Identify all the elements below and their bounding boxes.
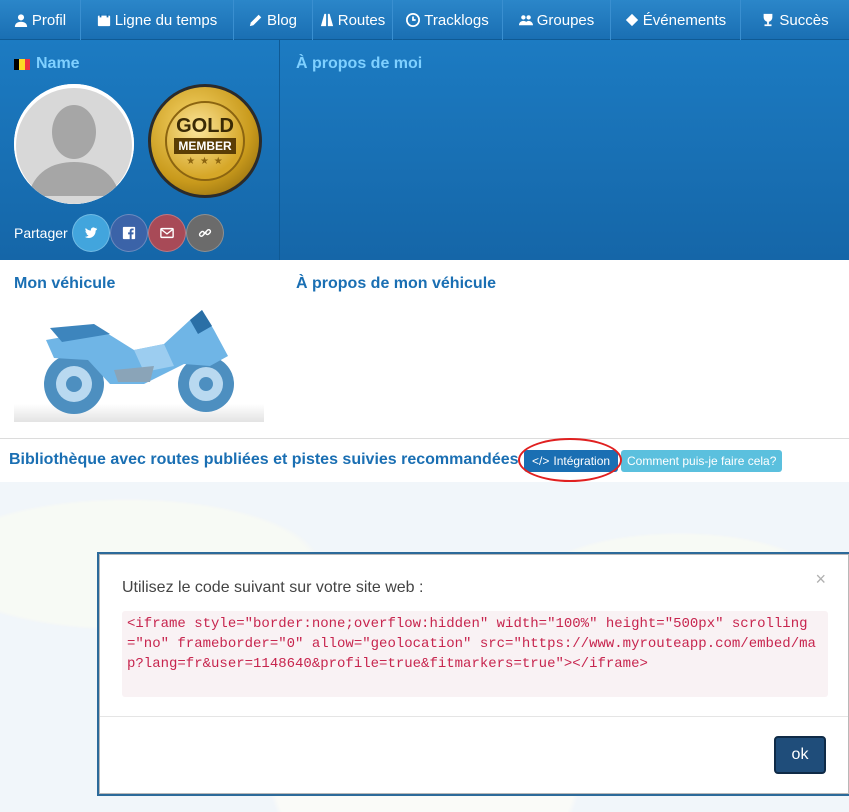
clock-icon xyxy=(406,13,421,27)
how-to-button[interactable]: Comment puis-je faire cela? xyxy=(621,450,783,472)
share-email-button[interactable] xyxy=(147,214,186,252)
nav-label: Profil xyxy=(31,11,67,29)
nav-item-profil[interactable]: Profil xyxy=(0,0,81,40)
nav-item-succes[interactable]: Succès xyxy=(741,0,849,40)
twitter-icon xyxy=(84,227,97,238)
pencil-icon xyxy=(249,14,262,27)
share-twitter-button[interactable] xyxy=(71,214,110,252)
vehicle-about-heading: À propos de mon véhicule xyxy=(296,275,497,292)
share-facebook-button[interactable] xyxy=(109,214,148,252)
nav-label: Ligne du temps xyxy=(114,11,218,29)
library-heading: Bibliothèque avec routes publiées et pis… xyxy=(9,451,519,468)
nav-item-evenements[interactable]: Événements xyxy=(611,0,741,40)
top-nav: Profil Ligne du temps Blog Routes Trackl… xyxy=(0,0,849,40)
modal-footer-divider xyxy=(100,716,848,717)
nav-item-groupes[interactable]: Groupes xyxy=(503,0,611,40)
trophy-icon xyxy=(764,13,773,27)
share-link-button[interactable] xyxy=(185,214,224,252)
badge-center: GOLD MEMBER ★ ★ ★ xyxy=(165,101,245,181)
name-row: Name xyxy=(14,55,80,73)
nav-label: Blog xyxy=(266,11,298,29)
link-icon xyxy=(198,229,211,237)
gold-member-badge: GOLD MEMBER ★ ★ ★ xyxy=(148,84,262,198)
nav-item-ligne-du-temps[interactable]: Ligne du temps xyxy=(81,0,234,40)
nav-item-blog[interactable]: Blog xyxy=(234,0,313,40)
user-icon xyxy=(14,14,28,27)
users-icon xyxy=(518,15,533,26)
road-icon xyxy=(320,13,333,27)
about-me-heading: À propos de moi xyxy=(296,55,423,72)
nav-label: Succès xyxy=(779,11,829,29)
profile-name: Name xyxy=(36,55,80,72)
badge-member-text: MEMBER xyxy=(174,137,236,154)
embed-code-block[interactable]: <iframe style="border:none;overflow:hidd… xyxy=(122,611,828,697)
nav-label: Routes xyxy=(337,11,386,29)
facebook-icon xyxy=(122,226,135,240)
modal-title: Utilisez le code suivant sur votre site … xyxy=(122,579,424,596)
avatar xyxy=(14,84,134,204)
profile-card: Name GOLD MEMBER ★ ★ ★ Partager xyxy=(0,40,280,260)
embed-code-modal: Utilisez le code suivant sur votre site … xyxy=(99,554,849,794)
badge-stars: ★ ★ ★ xyxy=(186,155,224,167)
close-icon[interactable]: × xyxy=(815,569,826,590)
vehicle-heading: Mon véhicule xyxy=(14,275,116,292)
nav-label: Événements xyxy=(642,11,727,29)
calendar-icon xyxy=(97,13,110,27)
nav-item-routes[interactable]: Routes xyxy=(313,0,393,40)
section-divider xyxy=(0,438,849,439)
avatar-placeholder-icon xyxy=(14,84,134,204)
profile-header: Name GOLD MEMBER ★ ★ ★ Partager À propos… xyxy=(0,40,849,260)
highlight-circle xyxy=(518,438,622,482)
ticket-icon xyxy=(625,13,638,27)
nav-item-tracklogs[interactable]: Tracklogs xyxy=(393,0,503,40)
motorcycle-image xyxy=(14,300,264,422)
badge-gold-text: GOLD xyxy=(176,114,234,137)
share-row: Partager xyxy=(14,214,224,252)
ok-button[interactable]: ok xyxy=(774,736,826,774)
envelope-icon xyxy=(159,227,174,239)
nav-label: Tracklogs xyxy=(424,11,489,29)
share-label: Partager xyxy=(14,225,68,241)
belgium-flag-icon xyxy=(14,58,30,70)
nav-label: Groupes xyxy=(536,11,595,29)
